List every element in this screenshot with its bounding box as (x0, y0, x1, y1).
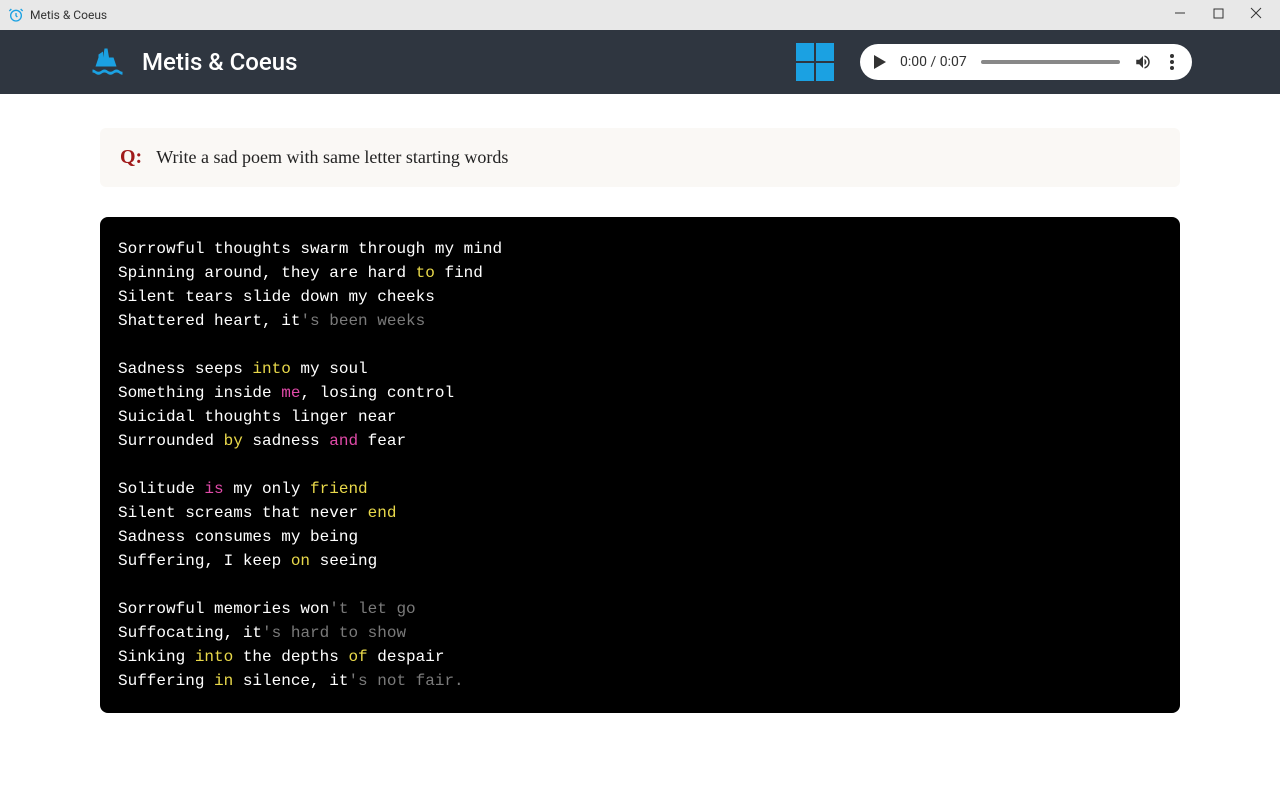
audio-menu-button[interactable] (1166, 50, 1178, 74)
app-title: Metis & Coeus (142, 48, 297, 76)
main-content: Q: Write a sad poem with same letter sta… (0, 94, 1280, 713)
question-label: Q: (120, 146, 142, 169)
windows-icon[interactable] (796, 43, 834, 81)
poem-output: Sorrowful thoughts swarm through my mind… (100, 217, 1180, 713)
header-left: Metis & Coeus (88, 44, 297, 80)
window-controls (1170, 7, 1266, 23)
close-button[interactable] (1246, 7, 1266, 23)
question-box: Q: Write a sad poem with same letter sta… (100, 128, 1180, 187)
window-title: Metis & Coeus (30, 8, 107, 22)
audio-player: 0:00 / 0:07 (860, 44, 1192, 80)
titlebar-left: Metis & Coeus (8, 7, 107, 23)
header-right: 0:00 / 0:07 (796, 43, 1192, 81)
audio-seek-slider[interactable] (981, 60, 1120, 64)
volume-icon[interactable] (1134, 53, 1152, 71)
poem-text: Sorrowful thoughts swarm through my mind… (118, 237, 1162, 693)
logo-ship-icon (88, 44, 124, 80)
window-titlebar: Metis & Coeus (0, 0, 1280, 30)
maximize-button[interactable] (1208, 8, 1228, 23)
question-text: Write a sad poem with same letter starti… (156, 147, 508, 168)
audio-time: 0:00 / 0:07 (900, 54, 967, 70)
app-header: Metis & Coeus 0:00 / 0:07 (0, 30, 1280, 94)
play-button[interactable] (874, 55, 886, 69)
app-icon (8, 7, 24, 23)
minimize-button[interactable] (1170, 7, 1190, 23)
